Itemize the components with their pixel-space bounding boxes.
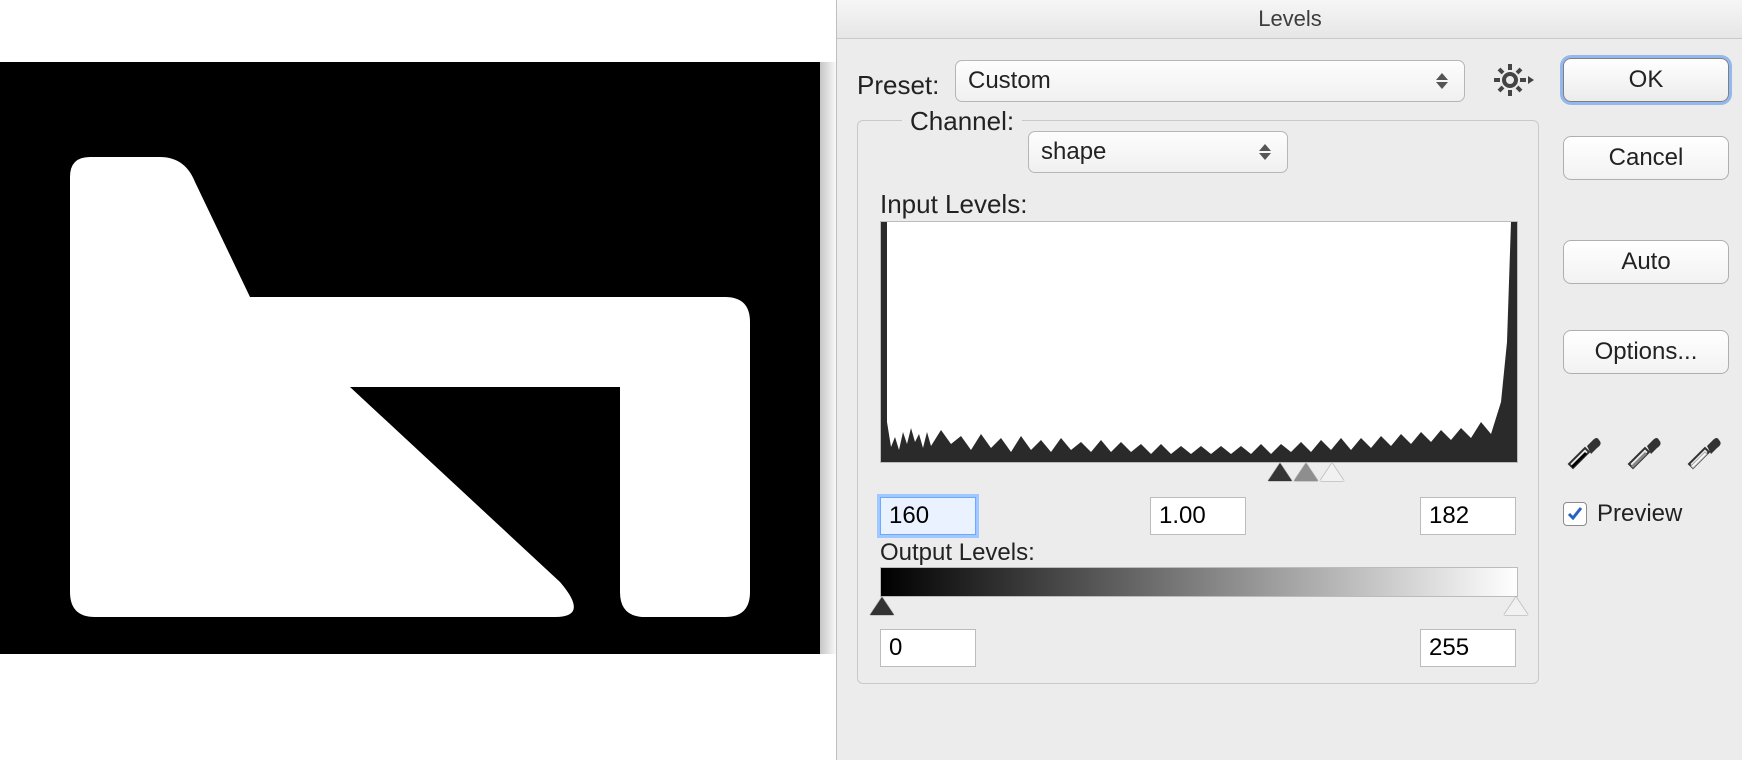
checkbox-checked-icon (1563, 502, 1587, 526)
auto-button[interactable]: Auto (1563, 240, 1729, 284)
preview-shadow (818, 62, 838, 654)
input-black-field[interactable] (880, 497, 976, 535)
input-white-slider[interactable] (1320, 463, 1344, 481)
updown-icon (1432, 73, 1452, 89)
preset-label: Preset: (857, 70, 939, 101)
input-gamma-field[interactable] (1150, 497, 1246, 535)
preset-select[interactable]: Custom (955, 60, 1465, 102)
updown-icon (1255, 144, 1275, 160)
eyedropper-gray-icon[interactable] (1623, 430, 1663, 470)
output-gradient (880, 567, 1518, 597)
levels-group: Channel: shape Input Levels: (857, 120, 1539, 684)
histogram (880, 221, 1518, 463)
output-white-field[interactable] (1420, 629, 1516, 667)
output-white-slider[interactable] (1504, 597, 1528, 615)
preset-value: Custom (968, 67, 1051, 95)
input-white-field[interactable] (1420, 497, 1516, 535)
eyedropper-white-icon[interactable] (1683, 430, 1723, 470)
eyedropper-black-icon[interactable] (1563, 430, 1603, 470)
input-gamma-slider[interactable] (1294, 463, 1318, 481)
ok-button[interactable]: OK (1563, 58, 1729, 102)
channel-label: Channel: (902, 106, 1022, 137)
preview-checkbox[interactable]: Preview (1563, 500, 1682, 528)
input-black-slider[interactable] (1268, 463, 1292, 481)
cancel-button[interactable]: Cancel (1563, 136, 1729, 180)
options-button[interactable]: Options... (1563, 330, 1729, 374)
output-black-field[interactable] (880, 629, 976, 667)
preview-checkbox-label: Preview (1597, 500, 1682, 528)
gear-icon[interactable] (1494, 60, 1534, 100)
levels-dialog: Levels Preset: Custom (836, 0, 1742, 760)
image-preview (0, 62, 820, 654)
channel-select[interactable]: shape (1028, 131, 1288, 173)
channel-value: shape (1041, 138, 1106, 166)
output-black-slider[interactable] (870, 597, 894, 615)
dialog-title: Levels (837, 0, 1742, 39)
input-levels-label: Input Levels: (880, 189, 1027, 220)
output-levels-label: Output Levels: (880, 539, 1035, 567)
